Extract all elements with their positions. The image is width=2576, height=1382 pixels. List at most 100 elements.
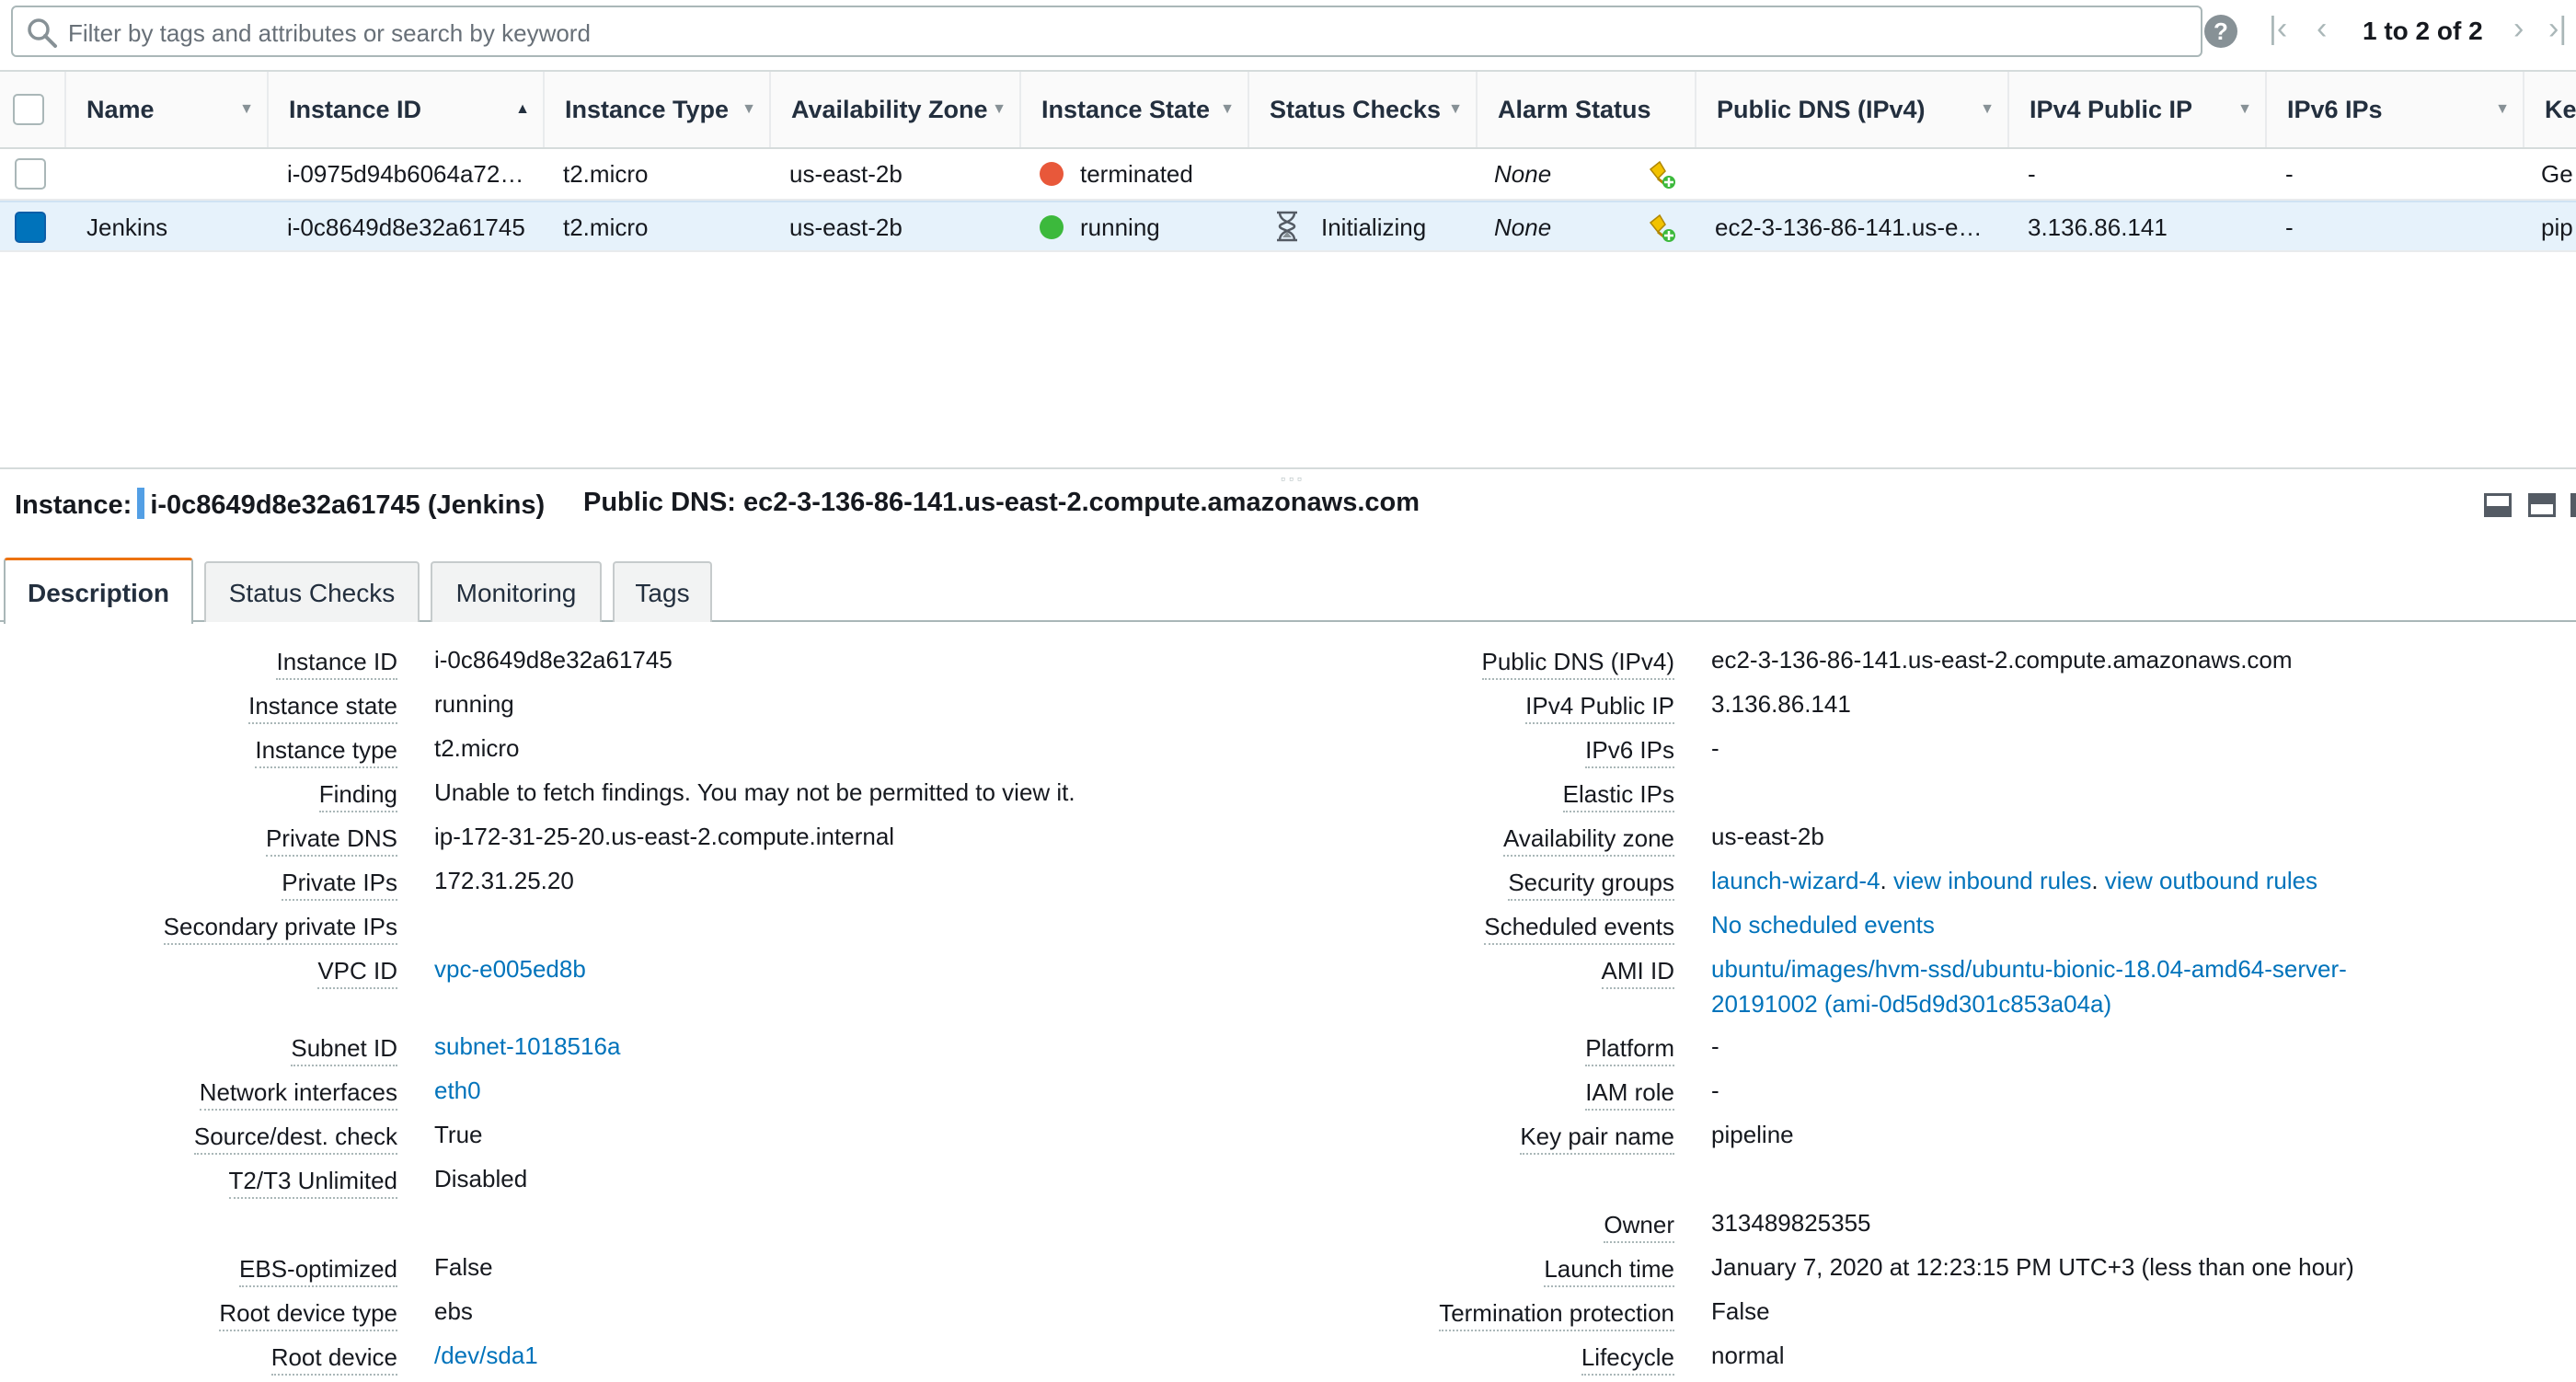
label-ami-id: AMI ID bbox=[1601, 957, 1674, 989]
search-icon bbox=[28, 18, 57, 48]
column-label: Instance Type bbox=[565, 96, 730, 123]
layout-side-panel-icon[interactable] bbox=[2570, 493, 2576, 517]
column-header-ipv6-ips[interactable]: IPv6 IPs ▼ bbox=[2267, 72, 2524, 147]
grid-empty-area bbox=[0, 254, 2576, 469]
column-header-instance-state[interactable]: Instance State ▼ bbox=[1021, 72, 1249, 147]
link-vpc-id[interactable]: vpc-e005ed8b bbox=[434, 955, 586, 984]
link-ami-id[interactable]: ubuntu/images/hvm-ssd/ubuntu-bionic-18.0… bbox=[1711, 955, 2347, 984]
public-dns-label: Public DNS: bbox=[583, 488, 736, 517]
column-header-status-checks[interactable]: Status Checks ▼ bbox=[1249, 72, 1478, 147]
previous-page-icon[interactable]: ‹ bbox=[2317, 11, 2327, 47]
tab-description[interactable]: Description bbox=[4, 558, 193, 624]
column-label: Ke bbox=[2545, 96, 2576, 123]
cell-ipv4-public-ip: 3.136.86.141 bbox=[2028, 213, 2168, 241]
hourglass-icon bbox=[1277, 211, 1297, 242]
label-lifecycle: Lifecycle bbox=[1581, 1343, 1674, 1376]
first-page-icon[interactable]: |‹ bbox=[2269, 11, 2287, 47]
tab-status-checks[interactable]: Status Checks bbox=[204, 561, 420, 622]
cell-public-dns bbox=[1715, 149, 2000, 199]
cell-alarm-status: None bbox=[1494, 213, 1552, 241]
cell-name bbox=[86, 149, 261, 199]
column-label: Name bbox=[86, 96, 155, 123]
label-finding: Finding bbox=[318, 780, 397, 812]
column-header-name[interactable]: Name ▼ bbox=[66, 72, 269, 147]
value-key-pair-name: pipeline bbox=[1711, 1121, 1794, 1148]
layout-bottom-panel-icon[interactable] bbox=[2484, 493, 2512, 517]
value-platform: - bbox=[1711, 1032, 1719, 1060]
cell-instance-type: t2.micro bbox=[563, 160, 649, 188]
help-icon[interactable]: ? bbox=[2204, 15, 2237, 48]
label-elastic-ips: Elastic IPs bbox=[1562, 780, 1674, 812]
cell-status-checks: Initializing bbox=[1321, 213, 1427, 241]
value-owner: 313489825355 bbox=[1711, 1209, 1871, 1237]
column-header-instance-type[interactable]: Instance Type ▼ bbox=[545, 72, 771, 147]
label-instance-state: Instance state bbox=[248, 692, 397, 724]
chevron-down-icon: ▼ bbox=[992, 101, 1006, 117]
column-label: Availability Zone bbox=[791, 96, 988, 123]
link-scheduled-events[interactable]: No scheduled events bbox=[1711, 911, 1935, 939]
public-dns-title: Public DNS: ec2-3-136-86-141.us-east-2.c… bbox=[583, 488, 1420, 518]
link-subnet-id[interactable]: subnet-1018516a bbox=[434, 1032, 620, 1061]
table-row[interactable]: i-0975d94b6064a72… t2.micro us-east-2b t… bbox=[0, 149, 2576, 201]
value-public-dns: ec2-3-136-86-141.us-east-2.compute.amazo… bbox=[1711, 646, 2293, 674]
label-ipv6-ips: IPv6 IPs bbox=[1585, 736, 1674, 768]
cell-ipv6-ips: - bbox=[2285, 213, 2294, 241]
label-root-device-type: Root device type bbox=[219, 1299, 397, 1331]
column-header-instance-id[interactable]: Instance ID ▲ bbox=[269, 72, 545, 147]
instance-title: Instance: i-0c8649d8e32a61745 (Jenkins) bbox=[15, 488, 545, 521]
public-dns-title-value: ec2-3-136-86-141.us-east-2.compute.amazo… bbox=[743, 488, 1420, 517]
create-alarm-icon[interactable] bbox=[1645, 212, 1678, 245]
value-security-groups: launch-wizard-4. view inbound rules. vie… bbox=[1711, 867, 2317, 895]
label-source-dest-check: Source/dest. check bbox=[193, 1123, 397, 1155]
row-checkbox[interactable] bbox=[15, 212, 46, 243]
chevron-down-icon: ▼ bbox=[239, 101, 254, 117]
value-ipv4-public-ip: 3.136.86.141 bbox=[1711, 690, 1851, 718]
link-security-group[interactable]: launch-wizard-4 bbox=[1711, 867, 1880, 894]
cell-availability-zone: us-east-2b bbox=[789, 160, 903, 188]
status-running-icon bbox=[1040, 215, 1064, 239]
chevron-down-icon: ▼ bbox=[742, 101, 756, 117]
label-owner: Owner bbox=[1604, 1211, 1674, 1243]
value-instance-type: t2.micro bbox=[434, 734, 520, 762]
value-availability-zone: us-east-2b bbox=[1711, 823, 1824, 850]
link-root-device[interactable]: /dev/sda1 bbox=[434, 1342, 538, 1370]
select-all-checkbox[interactable] bbox=[13, 94, 44, 125]
next-page-icon[interactable]: › bbox=[2513, 11, 2524, 47]
link-view-outbound-rules[interactable]: view outbound rules bbox=[2105, 867, 2317, 894]
cell-instance-state: terminated bbox=[1080, 160, 1193, 188]
selection-marker bbox=[137, 488, 145, 519]
link-network-interface[interactable]: eth0 bbox=[434, 1077, 481, 1105]
cell-ipv6-ips: - bbox=[2285, 160, 2294, 188]
label-root-device: Root device bbox=[270, 1343, 397, 1376]
chevron-down-icon: ▼ bbox=[2237, 101, 2252, 117]
search-box[interactable] bbox=[11, 6, 2202, 57]
chevron-down-icon: ▼ bbox=[1448, 101, 1463, 117]
select-all-header bbox=[0, 72, 66, 147]
layout-top-panel-icon[interactable] bbox=[2528, 493, 2556, 517]
grid-header: Name ▼ Instance ID ▲ Instance Type ▼ Availa… bbox=[0, 70, 2576, 149]
table-row-selected[interactable]: Jenkins i-0c8649d8e32a61745 t2.micro us-… bbox=[0, 201, 2576, 252]
value-instance-state: running bbox=[434, 690, 514, 718]
row-checkbox[interactable] bbox=[15, 158, 46, 190]
tab-monitoring[interactable]: Monitoring bbox=[431, 561, 602, 622]
link-view-inbound-rules[interactable]: view inbound rules bbox=[1893, 867, 2091, 894]
cell-availability-zone: us-east-2b bbox=[789, 213, 903, 241]
cell-instance-type: t2.micro bbox=[563, 213, 649, 241]
column-header-ipv4-public-ip[interactable]: IPv4 Public IP ▼ bbox=[2009, 72, 2267, 147]
column-header-key-name[interactable]: Ke bbox=[2524, 72, 2576, 147]
column-header-availability-zone[interactable]: Availability Zone ▼ bbox=[771, 72, 1021, 147]
last-page-icon[interactable]: ›| bbox=[2548, 11, 2567, 47]
cell-key-name: pip bbox=[2541, 213, 2573, 241]
create-alarm-icon[interactable] bbox=[1645, 158, 1678, 191]
column-header-public-dns[interactable]: Public DNS (IPv4) ▼ bbox=[1696, 72, 2009, 147]
resize-handle[interactable]: ▫▫▫ bbox=[1281, 471, 1305, 486]
tab-tags[interactable]: Tags bbox=[613, 561, 712, 622]
column-label: Instance ID bbox=[289, 96, 422, 123]
column-header-alarm-status[interactable]: Alarm Status bbox=[1478, 72, 1696, 147]
column-label: Instance State bbox=[1041, 96, 1211, 123]
link-ami-id-continued[interactable]: 20191002 (ami-0d5d9d301c853a04a) bbox=[1711, 990, 2111, 1019]
label-security-groups: Security groups bbox=[1508, 869, 1674, 901]
label-private-dns: Private DNS bbox=[265, 824, 397, 857]
search-input[interactable] bbox=[66, 13, 2131, 53]
value-ipv6-ips: - bbox=[1711, 734, 1719, 762]
